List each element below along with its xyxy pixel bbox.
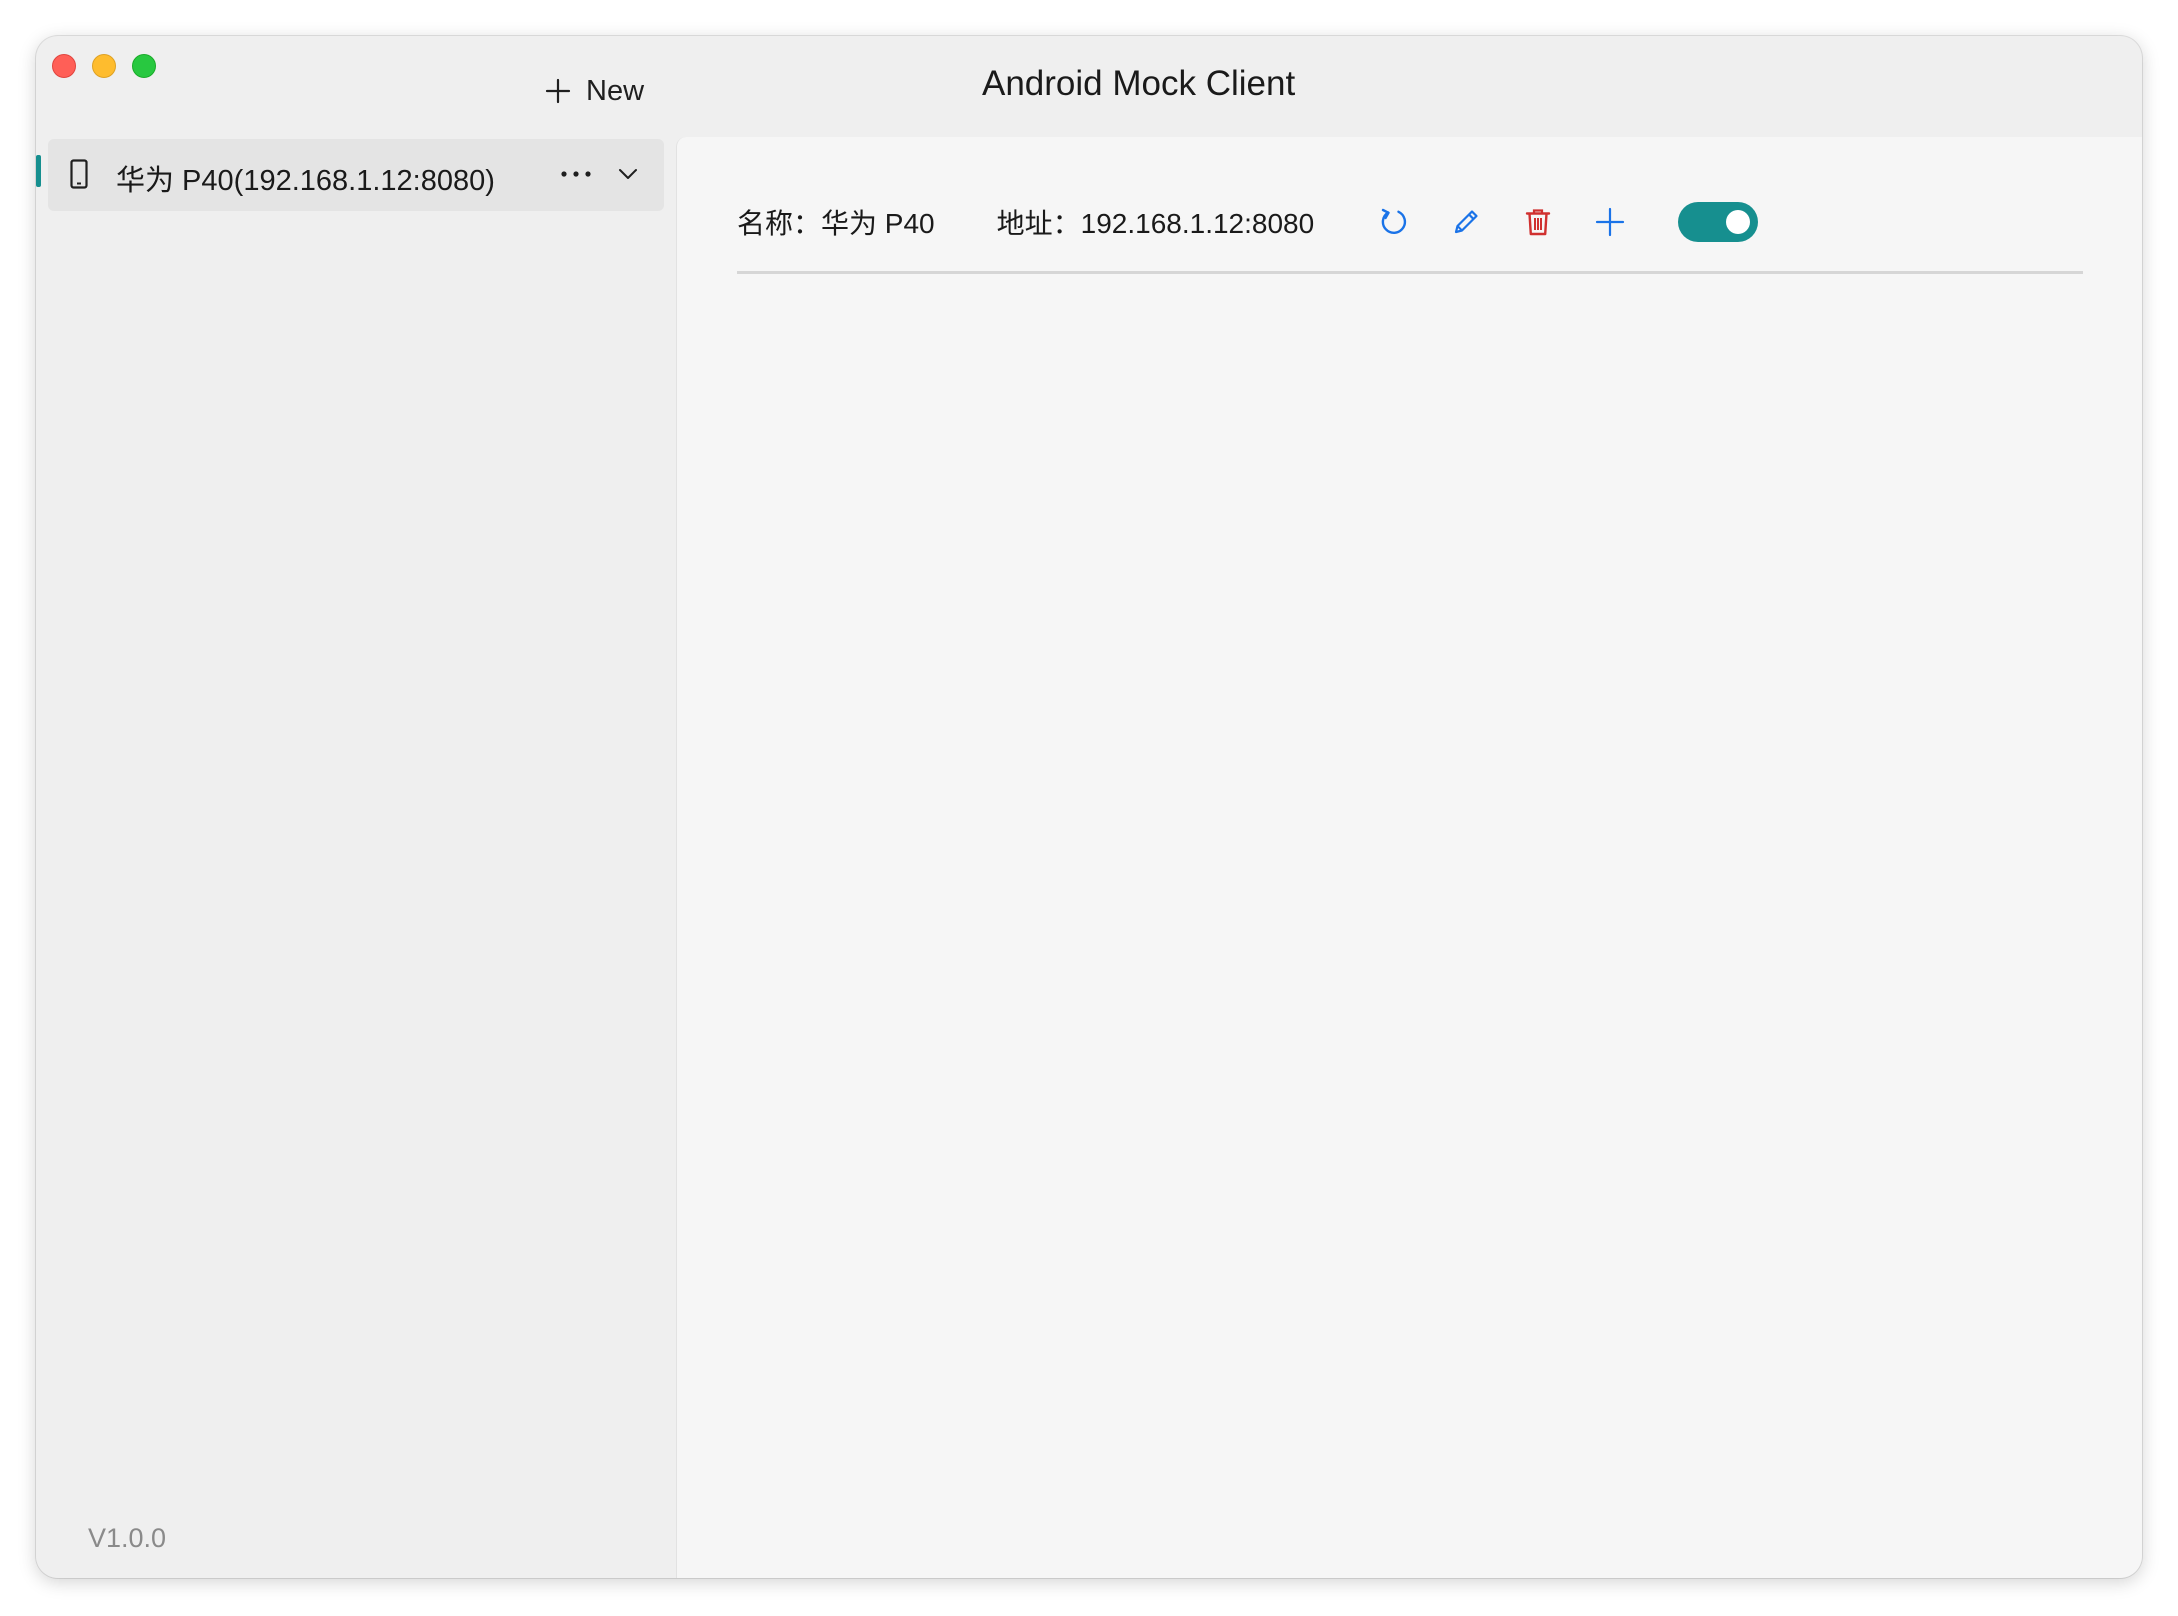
close-window-button[interactable] xyxy=(52,54,76,78)
refresh-button[interactable] xyxy=(1376,204,1412,240)
device-enabled-toggle[interactable] xyxy=(1678,202,1759,242)
device-info-row: 名称：华为 P40 地址：192.168.1.12:8080 xyxy=(737,197,2083,247)
device-address-field: 地址：192.168.1.12:8080 xyxy=(997,202,1315,242)
minimize-window-button[interactable] xyxy=(92,54,116,78)
chevron-down-icon[interactable] xyxy=(616,161,640,187)
title-bar: New Android Mock Client xyxy=(36,36,2142,137)
device-label: 华为 P40(192.168.1.12:8080) xyxy=(116,165,495,197)
header-divider xyxy=(737,271,2083,274)
app-version: V1.0.0 xyxy=(88,1523,167,1553)
edit-icon xyxy=(1455,210,1478,234)
trash-icon xyxy=(1526,209,1551,236)
device-list-item[interactable]: 华为 P40(192.168.1.12:8080) xyxy=(48,139,664,211)
new-device-button[interactable]: New xyxy=(544,66,644,116)
name-value: 华为 P40 xyxy=(821,208,935,239)
address-label: 地址： xyxy=(996,208,1081,239)
phone-icon xyxy=(70,159,88,189)
name-label: 名称： xyxy=(737,208,822,239)
edit-button[interactable] xyxy=(1448,204,1484,240)
delete-button[interactable] xyxy=(1520,204,1556,240)
new-button-label: New xyxy=(586,74,645,107)
maximize-window-button[interactable] xyxy=(132,54,156,78)
add-button[interactable] xyxy=(1592,204,1628,240)
toggle-knob xyxy=(1726,210,1751,234)
device-sidebar: 华为 P40(192.168.1.12:8080) V1.0.0 xyxy=(36,137,676,1578)
address-value: 192.168.1.12:8080 xyxy=(1080,208,1315,239)
refresh-icon xyxy=(1381,208,1407,234)
more-options-icon[interactable] xyxy=(558,159,594,189)
device-detail-panel: 名称：华为 P40 地址：192.168.1.12:8080 xyxy=(676,137,2142,1578)
plus-icon xyxy=(545,78,571,104)
app-window: New Android Mock Client 华为 P40(192.168.1… xyxy=(36,36,2142,1578)
plus-icon xyxy=(1596,207,1625,237)
selection-indicator xyxy=(36,155,41,187)
window-title: Android Mock Client xyxy=(982,64,1296,103)
device-name-field: 名称：华为 P40 xyxy=(737,202,935,242)
